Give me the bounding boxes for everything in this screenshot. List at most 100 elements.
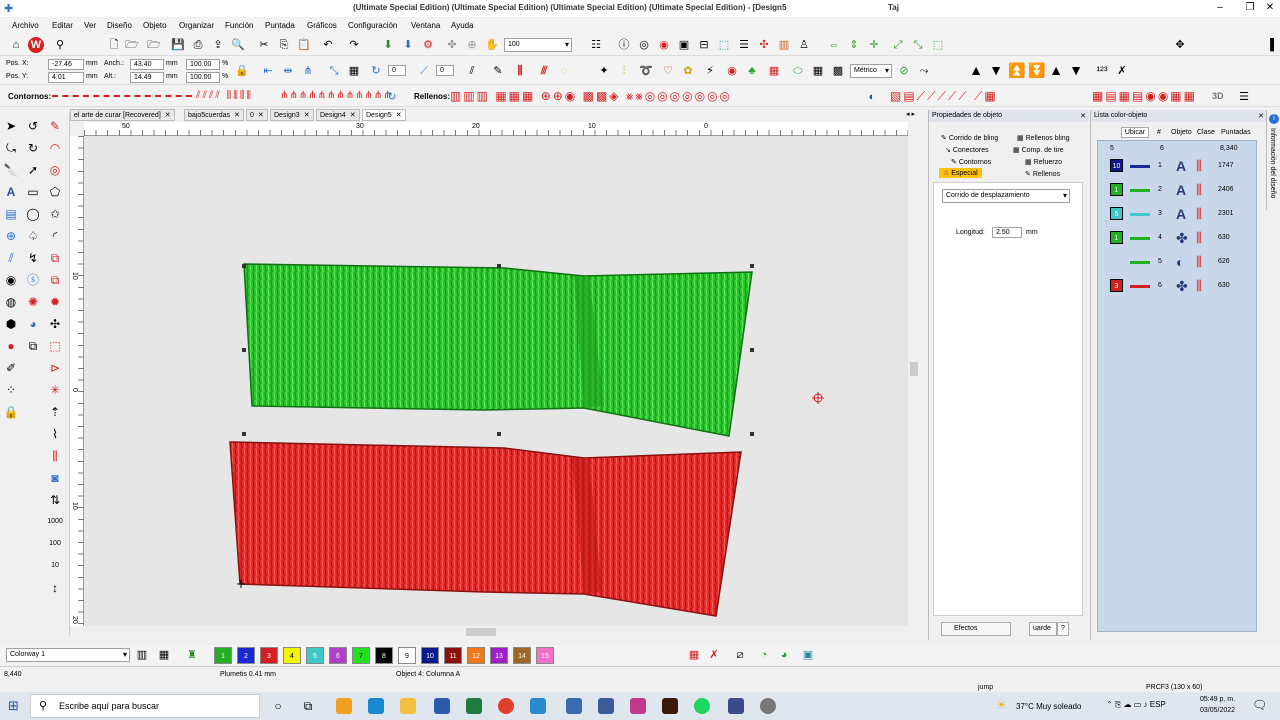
design-info-tab[interactable]: i Información del diseño [1266, 110, 1280, 210]
colorway-swatch-10[interactable]: 10 [421, 647, 439, 664]
thread-swatch[interactable]: 5 [1110, 207, 1123, 220]
select-object-icon[interactable]: ⬚ [46, 337, 64, 355]
fit-icon[interactable]: ⤡ [910, 37, 926, 53]
close-icon[interactable]: ✕ [1260, 2, 1280, 13]
colorway-swatch-13[interactable]: 13 [490, 647, 508, 664]
shape-icon[interactable]: ◌ [556, 63, 572, 79]
thread-swatch[interactable]: 3 [1110, 279, 1123, 292]
minimize-icon[interactable]: – [1210, 2, 1230, 13]
hoop-icon[interactable]: ◎ [636, 37, 652, 53]
numbering-icon[interactable]: ¹²³ [1094, 63, 1110, 79]
move-down-icon[interactable]: ⏬ [1028, 62, 1045, 78]
color-object-row[interactable]: 5 3 A ⫼ 2301 [1098, 203, 1258, 227]
close-icon[interactable]: ✕ [1080, 112, 1086, 120]
cut-icon[interactable]: ✂ [256, 37, 272, 53]
effects-icon[interactable]: ✎ [490, 63, 506, 79]
wilcom-app-icon[interactable] [728, 698, 744, 714]
colorway-select[interactable]: Colorway 1 [6, 648, 130, 662]
colorway-swatch-2[interactable]: 2 [237, 647, 255, 664]
sequence-icon[interactable]: ⬚ [716, 37, 732, 53]
tab-design5[interactable]: Design5 ✕ [362, 109, 406, 121]
hand-icon[interactable]: ✋ [484, 37, 500, 53]
bead-icon[interactable]: ◙ [46, 469, 64, 487]
spiral-icon[interactable]: ➰ [638, 63, 654, 79]
distribute-icon[interactable]: ⋔ [300, 63, 316, 79]
counter-100-icon[interactable]: 100 [46, 535, 64, 553]
redo-icon[interactable]: ↷ [346, 37, 362, 53]
help-button[interactable]: ? [1057, 622, 1069, 636]
spotify-icon[interactable] [694, 698, 710, 714]
lasso-icon[interactable]: ⤿ [2, 139, 20, 157]
fill-patterns-icon[interactable]: ▥▥▥ ▦▦▦ ⊕⊕◉ ▩▩◈ ⨳⨳◎◎◎◎◎◎◎ [450, 89, 732, 104]
thread-swatch[interactable]: 10 [1110, 159, 1123, 172]
scale-width-field[interactable]: 100.00 [186, 59, 220, 70]
palette-icon[interactable]: ◉ [656, 37, 672, 53]
freehand-icon[interactable]: ↯ [24, 249, 42, 267]
design-canvas[interactable]: + [84, 136, 910, 626]
app-icon[interactable] [598, 698, 614, 714]
spool-icon[interactable]: ▣ [800, 647, 816, 663]
hole-icon[interactable]: ◍ [2, 293, 20, 311]
run-icon[interactable]: ⊳ [46, 359, 64, 377]
colorway-swatch-1[interactable]: 1 [214, 647, 232, 664]
rotate-icon[interactable]: ↻ [368, 63, 384, 79]
zigzag-icon[interactable]: ⌇ [46, 425, 64, 443]
curve-icon[interactable]: ◠ [46, 139, 64, 157]
no-color-icon[interactable]: ⧄ [732, 647, 748, 663]
edge-icon[interactable] [368, 698, 384, 714]
needle-icon[interactable]: ⇡ [46, 403, 64, 421]
color-object-row[interactable]: 5 ◐ ⫼ 626 [1098, 251, 1258, 275]
outline-rotate-icon[interactable]: ↻ [384, 89, 400, 105]
notifications-icon[interactable]: 🗨 [1252, 698, 1267, 712]
slant-field[interactable]: 0 [436, 65, 454, 76]
menu-ayuda[interactable]: Ayuda [451, 21, 474, 30]
transform-icon[interactable]: ⬚ [930, 37, 946, 53]
tab-especial[interactable]: ☆ Especial [939, 168, 982, 178]
auto-digitize-icon[interactable]: ◉ [724, 63, 740, 79]
move-up-icon[interactable]: ⏫ [1008, 62, 1025, 78]
colorway-swatch-9[interactable]: 9 [398, 647, 416, 664]
tab-corrido-de-bling[interactable]: ✎ Corrido de bling [941, 134, 998, 142]
appliqué-icon[interactable]: ✿ [680, 63, 696, 79]
menu-objeto[interactable]: Objeto [143, 21, 167, 30]
color-globe-icon[interactable]: ◕ [776, 647, 792, 663]
cutwork-icon[interactable]: ♡ [660, 63, 676, 79]
horizontal-scroll-thumb[interactable] [466, 628, 496, 636]
stitch-type-select[interactable]: Corrido de desplazamiento [942, 189, 1070, 203]
word-icon[interactable] [434, 698, 450, 714]
heart-icon[interactable]: ♤ [24, 227, 42, 245]
pencil-icon[interactable]: ✐ [2, 359, 20, 377]
star-icon[interactable]: ✩ [46, 205, 64, 223]
counter-1000-icon[interactable]: 1000 [46, 513, 64, 531]
file-explorer-icon[interactable] [400, 698, 416, 714]
star-fill-icon[interactable]: ✳ [46, 381, 64, 399]
mirror-v-icon[interactable]: ⇕ [846, 37, 862, 53]
stitch-list-icon[interactable]: ✣ [756, 37, 772, 53]
column-b-icon[interactable]: ⧉ [46, 249, 64, 267]
copy-tool-icon[interactable]: ⧉ [24, 337, 42, 355]
app-icon[interactable] [566, 698, 582, 714]
dots-icon[interactable]: ⁘ [2, 381, 20, 399]
triangle-up-icon[interactable]: ▲ [968, 62, 984, 78]
monogram-icon[interactable]: ▤ [2, 205, 20, 223]
horizontal-scrollbar[interactable] [84, 626, 910, 638]
tab-bajo5cuerdas[interactable]: bajo5cuerdas ✕ [184, 109, 244, 121]
motif-icon[interactable]: ✺ [24, 293, 42, 311]
tab-design3[interactable]: Design3 ✕ [270, 109, 314, 121]
reshape-icon[interactable]: ↺ [24, 117, 42, 135]
menu-configuracion[interactable]: Configuración [348, 21, 397, 30]
tab-el-arte-de-curar[interactable]: el arte de curar [Recovered] ✕ [70, 109, 175, 121]
counter-10-icon[interactable]: 10 [46, 557, 64, 575]
puzzle-icon[interactable]: ✤ [444, 37, 460, 53]
globe-icon[interactable]: ◕ [24, 315, 42, 333]
slant-icon[interactable]: ⟋ [416, 63, 432, 79]
lines-icon[interactable]: ⫶ [616, 63, 632, 79]
open-folder-icon[interactable]: 🗁 [124, 37, 140, 53]
apparel-color-icon[interactable]: ♜ [184, 647, 200, 663]
target-icon[interactable]: ◉ [2, 271, 20, 289]
resize-icon[interactable]: ⤡ [326, 63, 342, 79]
threads-icon[interactable]: ⚙ [420, 37, 436, 53]
text-tool-icon[interactable]: A [2, 183, 20, 201]
outline-patterns-icon[interactable]: ⫽⫽⫽⫽ ⫼⫼⫼⫼ [196, 90, 253, 101]
color-shuffle-icon[interactable]: ✗ [706, 647, 722, 663]
